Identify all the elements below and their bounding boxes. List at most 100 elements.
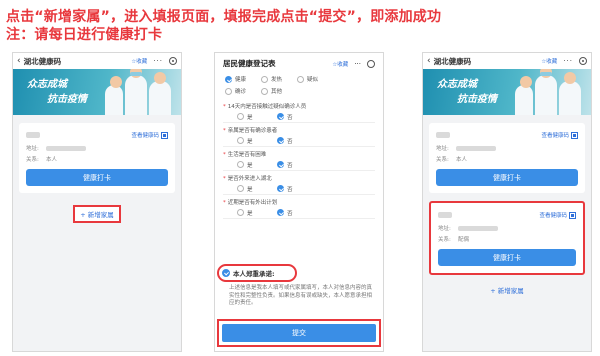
promise-text: 上述信息是我本人填写或代家属填写，本人对信息内容的真实性和完整性负责。如果信息有… [229, 285, 373, 306]
relation-label: 关系: [26, 157, 39, 163]
favorite-button[interactable]: ☆收藏 [332, 60, 348, 68]
close-mini-icon[interactable] [367, 59, 375, 68]
more-icon[interactable]: ··· [563, 57, 573, 65]
view-health-code-link[interactable]: 查看健康码 [539, 211, 567, 219]
answer-yes[interactable]: 是 [237, 137, 277, 145]
relation-value: 本人 [46, 157, 58, 163]
app-topbar: ‹ 湖北健康码 ☆收藏 ··· [423, 53, 591, 69]
radio-icon [237, 137, 244, 144]
radio-icon [237, 209, 244, 216]
address-label: 地址: [26, 146, 39, 152]
add-family-link[interactable]: + 新增家属 [75, 207, 119, 221]
question-text: 14天内是否接触过疑似确诊人员 [227, 104, 307, 110]
app-title: 湖北健康码 [23, 56, 62, 66]
submit-button[interactable]: 提交 [222, 324, 376, 342]
radio-checked-icon [225, 75, 232, 83]
radio-checked-icon [277, 185, 284, 192]
radio-icon [237, 185, 244, 192]
radio-icon [225, 87, 232, 95]
health-checkin-button[interactable]: 健康打卡 [436, 169, 578, 186]
doctor-illustration [535, 69, 557, 115]
question-item: * 近期是否有外出计划 是 否 [215, 198, 383, 219]
relation-value: 配偶 [458, 237, 470, 243]
qr-code-icon[interactable] [569, 211, 576, 219]
form-title: 居民健康登记表 [223, 59, 276, 68]
checkbox-checked-icon [222, 269, 230, 277]
blurred-address [456, 145, 496, 151]
favorite-button[interactable]: ☆收藏 [131, 57, 147, 65]
doctor-illustration [149, 72, 171, 115]
more-icon[interactable]: ··· [153, 57, 163, 65]
question-text: 生活是否有困难 [227, 152, 267, 158]
phone-screen-form: 居民健康登记表 ☆收藏 ··· 健康 发热 疑似 确诊 其他 * 14天内是否接触… [214, 52, 384, 352]
radio-icon [261, 87, 268, 95]
blurred-address [46, 145, 86, 151]
answer-no[interactable]: 否 [277, 161, 317, 169]
radio-icon [237, 161, 244, 168]
app-topbar: ‹ 湖北健康码 ☆收藏 ··· [13, 53, 181, 69]
banner-line-1: 众志成城 [27, 79, 67, 90]
qr-code-icon[interactable] [161, 131, 168, 139]
status-option[interactable]: 其他 [261, 87, 297, 95]
more-icon[interactable]: ··· [354, 60, 361, 68]
answer-no[interactable]: 否 [277, 113, 317, 121]
answer-no[interactable]: 否 [277, 185, 317, 193]
promise-label: 本人郑重承诺: [233, 270, 275, 278]
question-item: * 生活是否有困难 是 否 [215, 150, 383, 171]
radio-icon [261, 75, 268, 83]
doctor-illustration [559, 72, 581, 115]
blurred-name [436, 132, 450, 138]
address-label: 地址: [436, 146, 449, 152]
back-icon[interactable]: ‹ [427, 56, 431, 66]
app-title: 湖北健康码 [433, 56, 472, 66]
add-family-highlight: + 新增家属 [73, 205, 121, 223]
banner: 众志成城 抗击疫情 [13, 69, 181, 115]
doctor-illustration [125, 69, 147, 115]
status-option[interactable]: 发热 [261, 75, 297, 83]
blurred-name [26, 132, 40, 138]
submit-highlight: 提交 [217, 319, 381, 347]
add-family-link[interactable]: + 新增家属 [423, 285, 591, 295]
promise-checkbox[interactable]: 本人郑重承诺: [217, 264, 297, 282]
answer-no[interactable]: 否 [277, 137, 317, 145]
radio-checked-icon [277, 209, 284, 216]
view-health-code-link[interactable]: 查看健康码 [131, 131, 159, 139]
status-option[interactable]: 健康 [225, 75, 261, 83]
doctor-illustration [105, 76, 123, 115]
instruction-line-1: 点击“新增家属”，进入填报页面，填报完成点击“提交”，即添加成功 [6, 9, 442, 25]
doctor-illustration [515, 76, 533, 115]
relation-label: 关系: [436, 157, 449, 163]
question-text: 是否外来进入湖北 [227, 176, 272, 182]
blurred-address [458, 225, 498, 231]
close-mini-icon[interactable] [169, 57, 177, 65]
banner-line-2: 抗击疫情 [47, 94, 87, 105]
question-text: 亲属是否有确诊患者 [227, 128, 278, 134]
favorite-button[interactable]: ☆收藏 [541, 57, 557, 65]
close-mini-icon[interactable] [579, 57, 587, 65]
phone-screen-result: ‹ 湖北健康码 ☆收藏 ··· 众志成城 抗击疫情 查看健康码 地址: 关系: … [422, 52, 592, 352]
view-health-code-link[interactable]: 查看健康码 [541, 131, 569, 139]
radio-icon [297, 75, 304, 83]
status-option[interactable]: 确诊 [225, 87, 261, 95]
qr-code-icon[interactable] [571, 131, 578, 139]
health-checkin-button[interactable]: 健康打卡 [438, 249, 576, 266]
answer-no[interactable]: 否 [277, 209, 317, 217]
phone-screen-home: ‹ 湖北健康码 ☆收藏 ··· 众志成城 抗击疫情 查看健康码 地址: 关系: … [12, 52, 182, 352]
back-icon[interactable]: ‹ [17, 56, 21, 66]
relation-label: 关系: [438, 237, 451, 243]
question-item: * 14天内是否接触过疑似确诊人员 是 否 [215, 102, 383, 123]
form-header: 居民健康登记表 ☆收藏 ··· [215, 53, 383, 71]
answer-yes[interactable]: 是 [237, 161, 277, 169]
status-option[interactable]: 疑似 [297, 75, 333, 83]
person-card: 查看健康码 地址: 关系: 本人 健康打卡 [429, 123, 585, 193]
person-card: 查看健康码 地址: 关系: 本人 健康打卡 [19, 123, 175, 193]
answer-yes[interactable]: 是 [237, 209, 277, 217]
answer-yes[interactable]: 是 [237, 113, 277, 121]
relation-value: 本人 [456, 157, 468, 163]
answer-yes[interactable]: 是 [237, 185, 277, 193]
instruction-line-2: 注：请每日进行健康打卡 [6, 27, 163, 43]
radio-checked-icon [277, 113, 284, 120]
radio-icon [237, 113, 244, 120]
address-label: 地址: [438, 226, 451, 232]
health-checkin-button[interactable]: 健康打卡 [26, 169, 168, 186]
